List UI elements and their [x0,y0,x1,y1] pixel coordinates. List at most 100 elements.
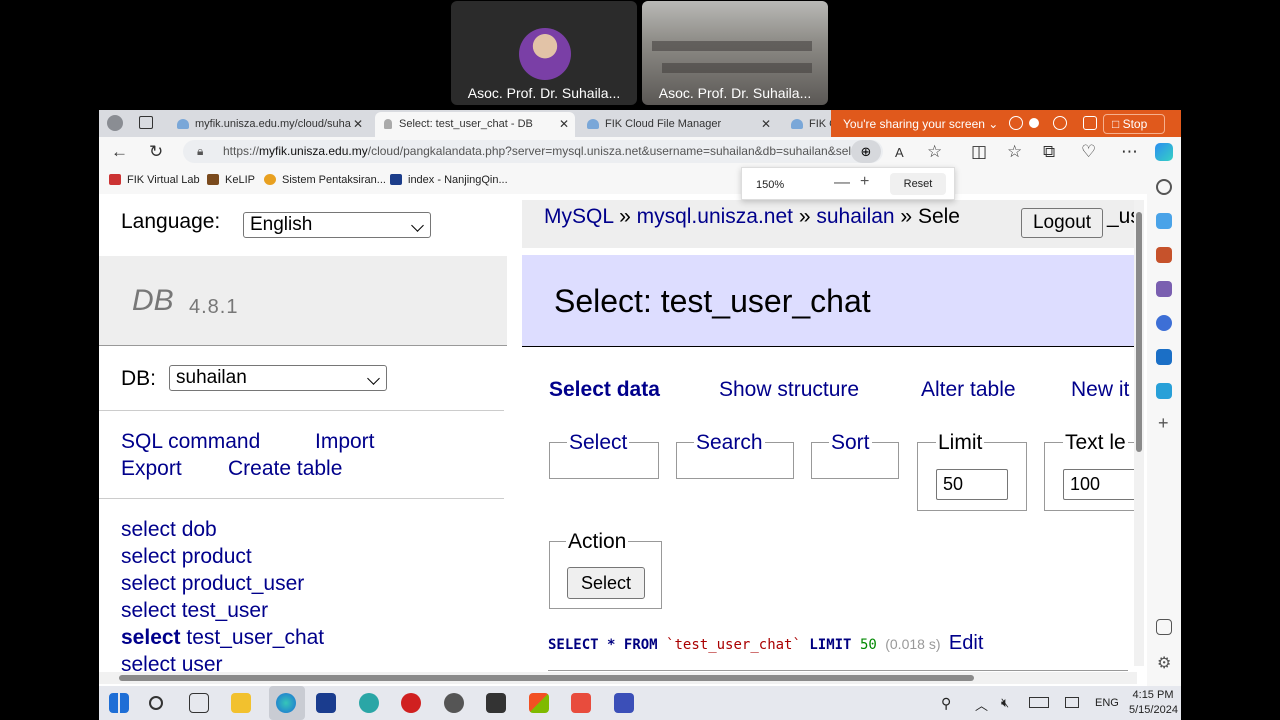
split-screen-icon[interactable]: ◫ [971,142,987,162]
browser-essentials-icon[interactable]: ♡ [1081,142,1096,162]
git-icon[interactable] [571,693,591,713]
back-arrow-icon[interactable]: ← [111,142,128,162]
new-item-link[interactable]: New it [1071,378,1129,402]
tab-select-test-user-chat[interactable]: Select: test_user_chat - DB ✕ [375,112,575,137]
mute-icon[interactable] [1053,116,1067,130]
select-link[interactable]: select [121,599,176,622]
people-icon[interactable] [1156,281,1172,297]
select-link[interactable]: select [121,626,181,649]
more-menu-icon[interactable]: ⋯ [1121,142,1138,162]
sharing-status[interactable]: You're sharing your screen ⌄ [843,117,998,131]
language-select[interactable]: English [243,212,431,238]
display-icon[interactable] [1065,697,1079,708]
tab-myfik-cloud[interactable]: myfik.unisza.edu.my/cloud/suha ✕ [171,112,369,137]
edge-icon[interactable] [276,693,296,713]
participant-tile-2[interactable]: Asoc. Prof. Dr. Suhaila... [642,1,828,105]
send-icon[interactable] [1156,383,1172,399]
share-control-icon[interactable] [1009,116,1023,130]
tab-file-manager[interactable]: FIK Cloud File Manager ✕ [581,112,777,137]
table-list-item-active[interactable]: select test_user_chat [121,626,324,650]
favorite-star-icon[interactable]: ☆ [927,142,942,162]
zoom-in-icon[interactable]: + [860,173,869,191]
table-name[interactable]: test_user [182,599,268,622]
tab-actions-icon[interactable] [139,116,153,129]
zoom-icon[interactable]: ⊕ [851,140,881,163]
tab-fik-4[interactable]: FIK C [785,112,833,137]
text-length-input[interactable]: 100 [1063,469,1137,500]
close-tab-icon[interactable]: ✕ [353,112,363,136]
search-fieldset[interactable]: Search [676,431,794,479]
app-icon[interactable] [614,693,634,713]
task-view-icon[interactable] [189,693,209,713]
zoom-reset-button[interactable]: Reset [890,173,946,195]
table-list-item[interactable]: select test_user [121,599,268,623]
search-icon[interactable] [1156,179,1172,195]
scroll-thumb[interactable] [119,675,974,681]
table-list-item[interactable]: select product [121,545,252,569]
table-name[interactable]: product_user [182,572,305,595]
bookmark-sistem-pentaksiran[interactable]: Sistem Pentaksiran... [264,174,386,186]
keyboard-icon[interactable] [1029,697,1049,708]
sort-legend[interactable]: Sort [829,431,872,455]
export-link[interactable]: Export [121,457,182,481]
select-legend[interactable]: Select [567,431,630,455]
file-explorer-icon[interactable] [231,693,251,713]
horizontal-scrollbar[interactable] [99,672,1137,684]
outlook-icon[interactable] [1156,349,1172,365]
select-submit-button[interactable]: Select [567,567,645,599]
select-link[interactable]: select [121,572,176,595]
url-field[interactable]: 🔒︎ https://myfik.unisza.edu.my/cloud/pan… [183,140,883,163]
copilot-icon[interactable] [1155,143,1173,161]
tools-icon[interactable] [1156,247,1172,263]
table-name[interactable]: test_user_chat [186,626,324,649]
input-language[interactable]: ENG [1095,697,1119,709]
vivaldi-icon[interactable] [401,693,421,713]
search-icon[interactable] [149,696,163,710]
app-icon[interactable] [529,693,549,713]
bookmark-kelip[interactable]: KeLIP [207,174,255,186]
scroll-thumb[interactable] [1136,212,1142,452]
record-icon[interactable] [1029,118,1039,128]
profile-icon[interactable] [107,115,123,131]
refresh-icon[interactable]: ↻ [149,142,163,162]
close-tab-icon[interactable]: ✕ [761,112,771,136]
create-table-link[interactable]: Create table [228,457,342,481]
show-structure-link[interactable]: Show structure [719,378,859,402]
cloud-app-icon[interactable] [444,693,464,713]
people-icon[interactable]: ⚲ [941,695,951,712]
select-link[interactable]: select [121,545,176,568]
collections-icon[interactable]: ⧉ [1043,142,1055,162]
speaker-muted-icon[interactable]: 🔇︎ [1001,695,1009,711]
limit-input[interactable]: 50 [936,469,1008,500]
sort-fieldset[interactable]: Sort [811,431,899,479]
zoom-out-icon[interactable]: — [834,174,850,192]
sql-command-link[interactable]: SQL command [121,430,260,454]
logout-button[interactable]: Logout [1021,208,1103,238]
m365-icon[interactable] [1156,315,1172,331]
bookmark-fik-virtual-lab[interactable]: FIK Virtual Lab [109,174,200,186]
webex-icon[interactable] [316,693,336,713]
select-data-link[interactable]: Select data [549,378,660,402]
start-icon[interactable] [109,693,129,713]
settings-gear-icon[interactable]: ⚙ [1157,653,1171,673]
participant-tile-1[interactable]: Asoc. Prof. Dr. Suhaila... [451,1,637,105]
select-link[interactable]: select [121,518,176,541]
close-tab-icon[interactable]: ✕ [559,112,569,136]
table-list-item[interactable]: select product_user [121,572,304,596]
alter-table-link[interactable]: Alter table [921,378,1016,402]
breadcrumb-server[interactable]: mysql.unisza.net [637,205,793,228]
arduino-icon[interactable] [359,693,379,713]
bookmark-nanjing[interactable]: index - NanjingQin... [390,174,508,186]
db-select[interactable]: suhailan [169,365,387,391]
table-name[interactable]: product [182,545,252,568]
table-list-item[interactable]: select dob [121,518,217,542]
pause-icon[interactable] [1083,116,1097,130]
tray-chevron-up-icon[interactable]: ︿ [975,695,988,714]
table-name[interactable]: dob [182,518,217,541]
vertical-scrollbar[interactable] [1134,200,1144,666]
breadcrumb-db[interactable]: suhailan [816,205,894,228]
clock[interactable]: 4:15 PM 5/15/2024 [1129,689,1178,716]
db-logo[interactable]: DB [132,284,174,318]
tag-icon[interactable] [1156,213,1172,229]
read-aloud-icon[interactable]: A [895,145,904,160]
